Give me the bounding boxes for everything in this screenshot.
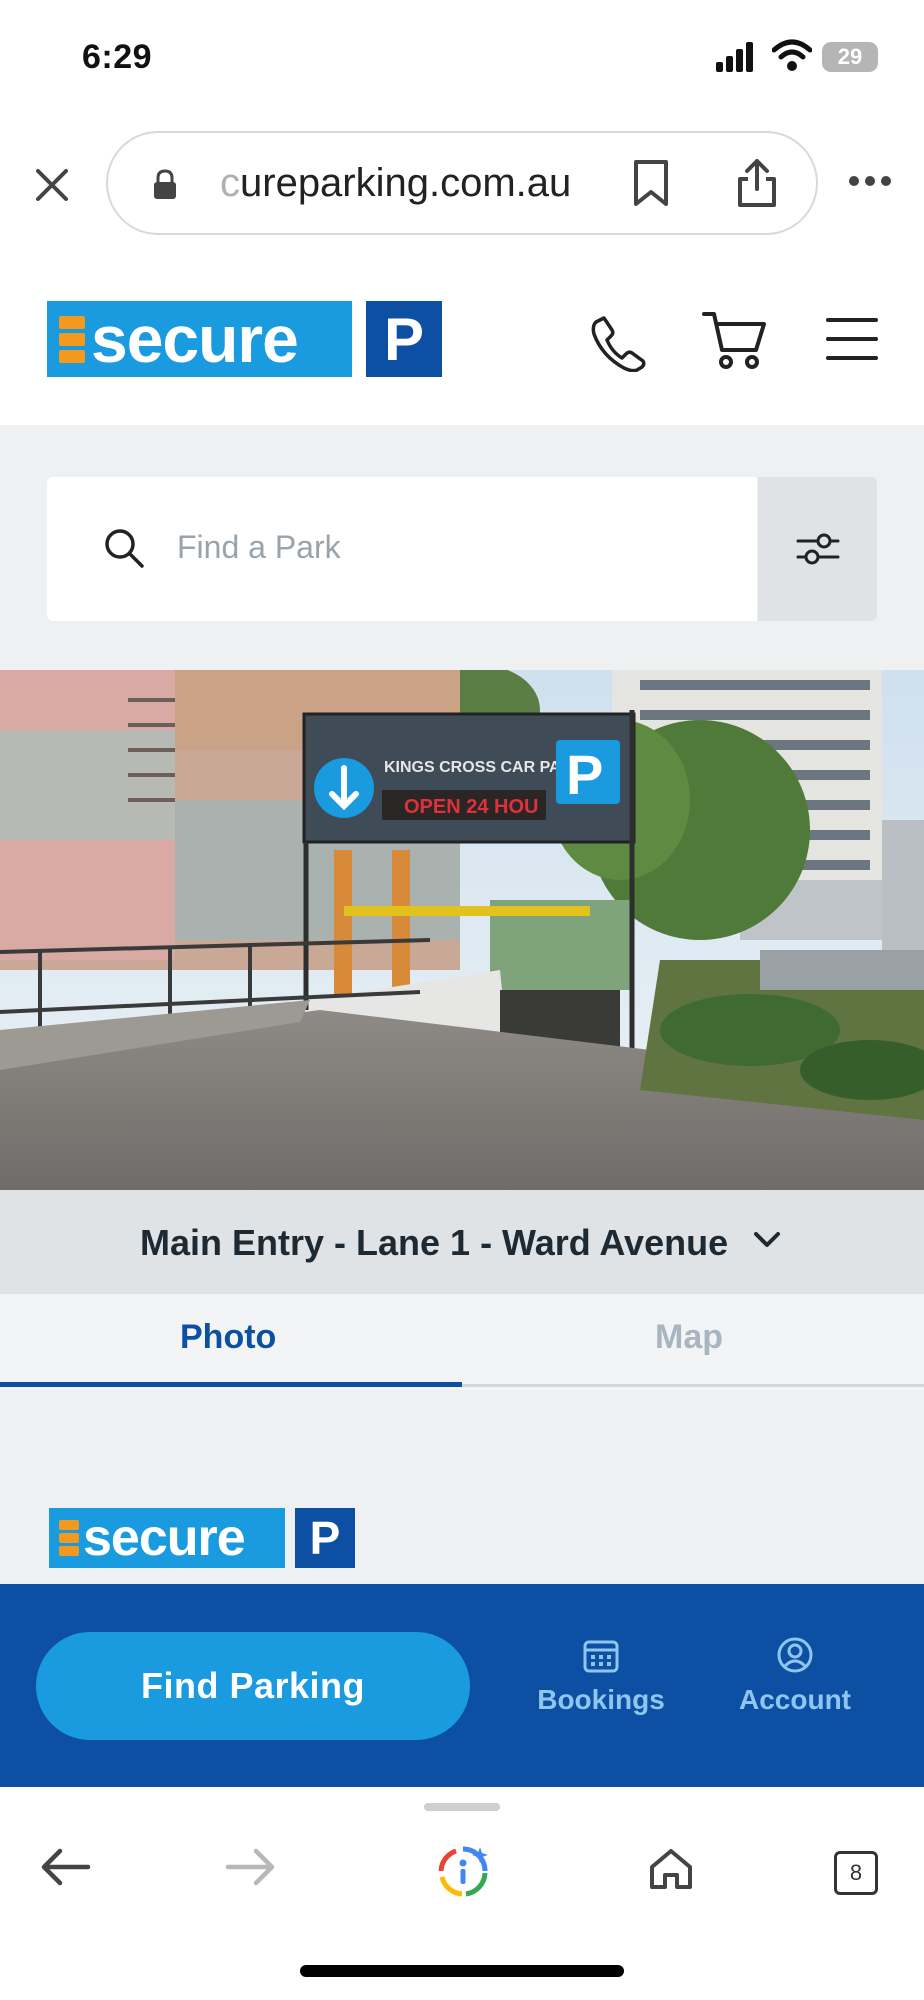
- sign-p: P: [566, 743, 603, 806]
- google-info-icon[interactable]: [436, 1845, 490, 1899]
- entry-label: Main Entry - Lane 1 - Ward Avenue: [140, 1222, 729, 1263]
- tab-photo-underline: [0, 1382, 462, 1387]
- bottom-nav: Find Parking Bookings Account: [0, 1584, 924, 1787]
- phone-icon[interactable]: [590, 314, 646, 372]
- url-domain-text: ureparking.com.au: [240, 161, 572, 205]
- status-time: 6:29: [82, 38, 153, 76]
- bookmark-icon[interactable]: [632, 159, 670, 207]
- signal-icon: [716, 42, 753, 72]
- filter-button[interactable]: [758, 477, 877, 621]
- nav-account-label: Account: [739, 1684, 851, 1715]
- logo-p-mark-small: P: [295, 1508, 355, 1568]
- forward-icon[interactable]: [224, 1847, 278, 1887]
- secure-parking-logo[interactable]: secure P: [47, 301, 442, 377]
- nav-account[interactable]: Account: [720, 1636, 870, 1716]
- more-icon[interactable]: [848, 175, 892, 187]
- lower-section: secure P: [0, 1390, 924, 1584]
- share-icon[interactable]: [736, 157, 778, 209]
- status-bar: 6:29 29: [0, 0, 924, 120]
- find-parking-button[interactable]: Find Parking: [36, 1632, 470, 1740]
- home-icon[interactable]: [648, 1847, 694, 1891]
- calendar-icon: [583, 1640, 619, 1673]
- sign-title: KINGS CROSS CAR PARK: [384, 759, 584, 776]
- browser-url-bar: cureparking.com.au: [0, 125, 924, 245]
- url-faded-text: c: [220, 161, 240, 205]
- tab-photo[interactable]: Photo: [180, 1318, 276, 1357]
- battery-indicator: 29: [822, 42, 878, 72]
- wifi-icon: [772, 39, 812, 71]
- sign-open-text: OPEN 24 HOU: [404, 796, 538, 818]
- logo-text-small: secure: [83, 1509, 246, 1567]
- browser-toolbar: 8: [0, 1787, 924, 2000]
- nav-bookings[interactable]: Bookings: [526, 1636, 676, 1716]
- photo-map-tabs: Photo Map: [0, 1294, 924, 1390]
- filter-icon: [796, 533, 840, 565]
- logo-text: secure: [91, 302, 299, 376]
- account-icon: [777, 1637, 813, 1673]
- photo-illustration: KINGS CROSS CAR PARK OPEN 24 HOU P: [0, 670, 924, 1190]
- entry-selector[interactable]: Main Entry - Lane 1 - Ward Avenue: [0, 1190, 924, 1294]
- close-icon[interactable]: [28, 161, 76, 209]
- address-field[interactable]: cureparking.com.au: [106, 131, 818, 235]
- secure-parking-logo-small: secure P: [49, 1508, 355, 1568]
- cart-icon[interactable]: [702, 310, 768, 372]
- logo-bars-icon: [59, 1520, 79, 1556]
- logo-p-mark: P: [366, 301, 442, 377]
- lock-icon: [154, 169, 176, 199]
- logo-bars-icon: [59, 315, 85, 363]
- search-placeholder: Find a Park: [177, 529, 341, 565]
- logo-wordmark: secure: [47, 301, 352, 377]
- tabs-button[interactable]: 8: [834, 1851, 878, 1895]
- car-park-entry-photo: KINGS CROSS CAR PARK OPEN 24 HOU P: [0, 670, 924, 1190]
- chevron-down-icon: [754, 1232, 780, 1247]
- home-indicator: [300, 1965, 624, 1977]
- tab-map-underline: [462, 1384, 924, 1387]
- back-icon[interactable]: [38, 1847, 92, 1887]
- menu-icon[interactable]: [826, 316, 878, 362]
- search-icon: [105, 529, 144, 568]
- logo-wordmark-small: secure: [49, 1508, 285, 1568]
- drag-handle[interactable]: [424, 1803, 500, 1811]
- nav-bookings-label: Bookings: [537, 1684, 665, 1715]
- tab-map[interactable]: Map: [655, 1318, 723, 1357]
- search-input[interactable]: Find a Park: [47, 477, 757, 621]
- site-header: secure P: [0, 260, 924, 425]
